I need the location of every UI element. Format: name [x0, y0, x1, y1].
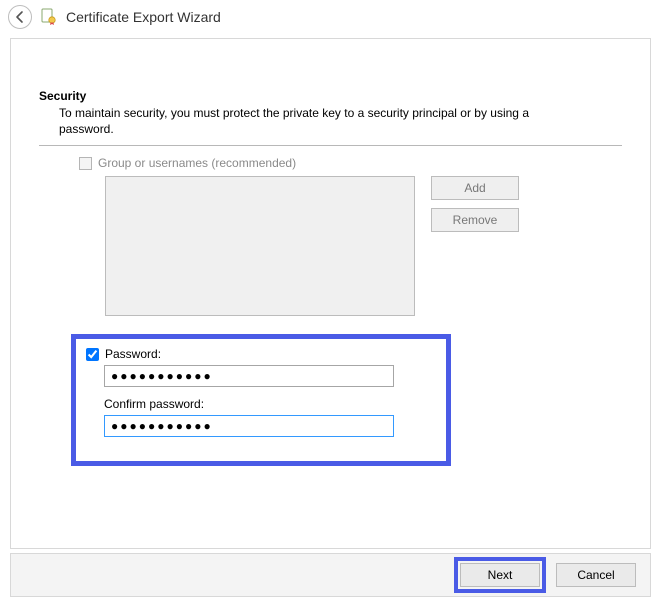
next-button[interactable]: Next	[460, 563, 540, 587]
group-button-column: Add Remove	[431, 176, 519, 232]
add-button: Add	[431, 176, 519, 200]
group-checkbox-label: Group or usernames (recommended)	[98, 156, 296, 170]
password-input[interactable]	[104, 365, 394, 387]
title-bar: Certificate Export Wizard	[0, 0, 661, 34]
remove-button: Remove	[431, 208, 519, 232]
wizard-body: Security To maintain security, you must …	[10, 38, 651, 549]
group-checkbox[interactable]	[79, 157, 92, 170]
back-arrow-icon	[13, 10, 27, 24]
next-button-highlight: Next	[454, 557, 546, 593]
section-description: To maintain security, you must protect t…	[59, 105, 579, 137]
password-checkbox[interactable]	[86, 348, 99, 361]
confirm-password-label: Confirm password:	[104, 397, 436, 411]
group-checkbox-row: Group or usernames (recommended)	[79, 156, 622, 170]
password-section-highlight: Password: Confirm password:	[71, 334, 451, 466]
window-title: Certificate Export Wizard	[66, 9, 221, 25]
certificate-icon	[40, 8, 58, 26]
back-button[interactable]	[8, 5, 32, 29]
section-heading: Security	[39, 89, 622, 103]
group-listbox	[105, 176, 415, 316]
cancel-button[interactable]: Cancel	[556, 563, 636, 587]
divider	[39, 145, 622, 146]
wizard-footer: Next Cancel	[10, 553, 651, 597]
password-checkbox-label: Password:	[105, 347, 161, 361]
confirm-password-input[interactable]	[104, 415, 394, 437]
password-checkbox-row: Password:	[86, 347, 436, 361]
group-list-zone: Add Remove	[105, 176, 622, 316]
